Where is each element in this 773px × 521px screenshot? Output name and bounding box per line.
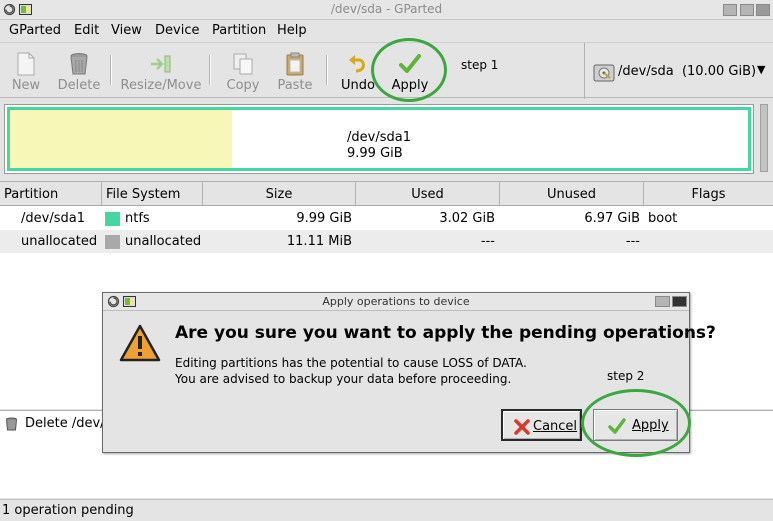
paste-button[interactable]: Paste [270, 43, 320, 99]
disk-map-partition-size: 9.99 GiB [347, 146, 403, 161]
warning-icon [119, 324, 161, 362]
column-flags[interactable]: Flags [644, 182, 773, 206]
row-used: 3.02 GiB [439, 211, 495, 226]
dialog-warning-line1: Editing partitions has the potential to … [175, 356, 527, 370]
window-titlebar: /dev/sda - GParted [0, 0, 773, 20]
fs-color-swatch [105, 235, 120, 249]
column-unused[interactable]: Unused [500, 182, 644, 206]
toolbar-separator [209, 55, 211, 85]
menu-gparted[interactable]: GParted [9, 23, 61, 38]
disk-map-partition-name: /dev/sda1 [347, 130, 411, 145]
resize-move-icon [151, 55, 171, 73]
trash-icon [70, 53, 88, 75]
row-file-system: unallocated [125, 234, 202, 249]
dialog-warning-line2: You are advised to backup your data befo… [175, 372, 512, 386]
row-used: --- [480, 234, 495, 249]
column-partition[interactable]: Partition [0, 182, 102, 206]
table-row[interactable]: unallocated unallocated 11.11 MiB --- --… [0, 230, 773, 253]
paste-label: Paste [277, 78, 313, 93]
fs-color-swatch [105, 212, 120, 226]
resize-move-button[interactable]: Resize/Move [118, 43, 204, 99]
step1-annotation: step 1 [461, 58, 499, 72]
cancel-label: Cancel [533, 419, 578, 434]
disk-map: /dev/sda1 9.99 GiB [0, 99, 773, 179]
menu-partition[interactable]: Partition [212, 23, 266, 38]
new-file-icon [17, 52, 35, 76]
trash-icon [6, 417, 17, 431]
row-unused: --- [625, 234, 640, 249]
dialog-titlebar: Apply operations to device [103, 293, 689, 311]
window-title: /dev/sda - GParted [330, 2, 443, 16]
cancel-x-icon [514, 419, 530, 435]
delete-button[interactable]: Delete [52, 43, 106, 99]
menu-device[interactable]: Device [155, 23, 199, 38]
disk-map-frame: /dev/sda1 9.99 GiB [4, 104, 754, 174]
cancel-button[interactable]: Cancel [501, 409, 582, 441]
device-selector-label: /dev/sda (10.00 GiB) [618, 64, 757, 79]
dialog-primary-text: Are you sure you want to apply the pendi… [175, 323, 716, 343]
toolbar-separator [110, 55, 112, 85]
row-flags: boot [648, 211, 678, 226]
row-file-system: ntfs [125, 211, 150, 226]
row-partition: /dev/sda1 [21, 211, 85, 226]
disk-map-scrollbar[interactable] [760, 104, 768, 172]
delete-label: Delete [57, 78, 101, 93]
new-button[interactable]: New [4, 43, 48, 99]
column-size[interactable]: Size [203, 182, 356, 206]
paste-icon [286, 52, 304, 76]
step1-highlight-circle [371, 38, 447, 102]
table-header: Partition File System Size Used Unused F… [0, 182, 773, 206]
toolbar-separator [326, 55, 328, 85]
device-selector[interactable]: /dev/sda (10.00 GiB) ▼ [584, 43, 773, 99]
undo-icon [349, 55, 365, 73]
new-label: New [11, 78, 41, 93]
row-partition: unallocated [21, 234, 98, 249]
step2-annotation: step 2 [607, 369, 645, 383]
menu-help[interactable]: Help [277, 23, 307, 38]
row-size: 11.11 MiB [286, 234, 352, 249]
column-used[interactable]: Used [356, 182, 500, 206]
status-text: 1 operation pending [2, 503, 134, 518]
maximize-button[interactable] [740, 4, 754, 16]
copy-button[interactable]: Copy [218, 43, 268, 99]
dialog-secondary-text: Editing partitions has the potential to … [175, 355, 527, 387]
hard-disk-icon [593, 64, 615, 82]
row-unused: 6.97 GiB [584, 211, 640, 226]
column-file-system[interactable]: File System [102, 182, 203, 206]
resize-move-label: Resize/Move [120, 78, 202, 93]
dialog-close-button[interactable] [672, 296, 687, 307]
pending-operation-item[interactable]: Delete /dev/ [25, 416, 105, 431]
menu-edit[interactable]: Edit [74, 23, 99, 38]
menu-view[interactable]: View [111, 23, 142, 38]
copy-icon [233, 53, 253, 75]
dialog-maximize-button[interactable] [655, 296, 670, 307]
menubar: GParted Edit View Device Partition Help [0, 20, 773, 42]
close-button[interactable] [756, 4, 770, 16]
copy-label: Copy [226, 78, 260, 93]
step2-highlight-circle [581, 389, 691, 457]
row-size: 9.99 GiB [296, 211, 352, 226]
statusbar: 1 operation pending [0, 499, 773, 521]
chevron-down-icon: ▼ [757, 63, 766, 76]
dialog-title: Apply operations to device [322, 295, 470, 308]
table-row[interactable]: /dev/sda1 ntfs 9.99 GiB 3.02 GiB 6.97 Gi… [0, 207, 773, 230]
minimize-button[interactable] [723, 4, 737, 16]
